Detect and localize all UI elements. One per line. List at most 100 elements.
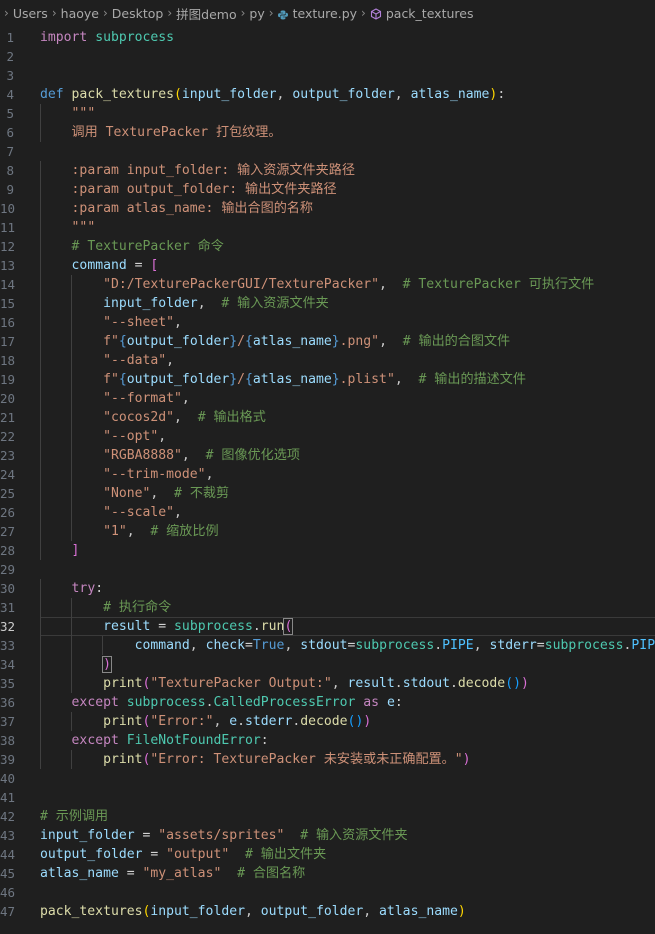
code-line[interactable]: 34 ) — [0, 655, 655, 674]
code-line[interactable]: 40 — [0, 769, 655, 788]
code-line[interactable]: 25 "None", # 不裁剪 — [0, 484, 655, 503]
code-line[interactable]: 9 :param output_folder: 输出文件夹路径 — [0, 180, 655, 199]
code-line[interactable]: 1 import subprocess — [0, 28, 655, 47]
code-line[interactable]: 29 — [0, 560, 655, 579]
code-line[interactable]: 28 ] — [0, 541, 655, 560]
line-number: 32 — [0, 619, 16, 634]
code-line-content: "cocos2d", # 输出格式 — [40, 408, 266, 427]
breadcrumb-item-file[interactable]: texture.py — [293, 6, 357, 21]
breadcrumb-item-user[interactable]: haoye — [61, 6, 99, 21]
code-line[interactable]: 30 try: — [0, 579, 655, 598]
code-line-content: print ("TexturePacker Output:", result.st… — [40, 674, 529, 693]
code-line[interactable]: 13 command = [ — [0, 256, 655, 275]
code-line-content: """ — [40, 218, 96, 237]
code-editor[interactable]: › Users › haoye › Desktop › 拼图demo › py … — [0, 0, 655, 934]
code-line[interactable]: 5 """ — [0, 104, 655, 123]
code-line[interactable]: 3 — [0, 66, 655, 85]
code-line[interactable]: 24 "--trim-mode", — [0, 465, 655, 484]
breadcrumb-item-folder[interactable]: py — [249, 6, 264, 21]
code-token: FileNotFoundError — [126, 733, 261, 748]
code-line[interactable]: 2 — [0, 47, 655, 66]
code-line[interactable]: 38 except FileNotFoundError: — [0, 731, 655, 750]
code-token: , — [189, 638, 206, 653]
code-line[interactable]: 12 # TexturePacker 命令 — [0, 237, 655, 256]
code-line[interactable]: 4 def pack_textures(input_folder, output_… — [0, 85, 655, 104]
line-number: 8 — [6, 163, 14, 178]
code-token: } — [331, 372, 340, 387]
code-token: pack_textures — [71, 87, 175, 102]
code-token: as — [363, 695, 380, 710]
line-number: 11 — [0, 220, 16, 235]
breadcrumb-item-project[interactable]: 拼图demo — [176, 4, 236, 23]
code-line[interactable]: 37 print("Error:", e.stderr.decode()) — [0, 712, 655, 731]
code-token: e — [386, 695, 395, 710]
code-token: "1" — [103, 524, 127, 539]
code-line[interactable]: 20 "--format", — [0, 389, 655, 408]
code-token: "--sheet" — [103, 315, 175, 330]
code-line[interactable]: 6 调用 TexturePacker 打包纹理。 — [0, 123, 655, 142]
code-line[interactable]: 47 pack_textures(input_folder, output_fol… — [0, 902, 655, 921]
line-number: 47 — [0, 904, 16, 919]
code-token: decode — [457, 676, 506, 691]
code-line[interactable]: 27 "1", # 缩放比例 — [0, 522, 655, 541]
code-token: : — [95, 581, 104, 596]
breadcrumb-item-users[interactable]: Users — [13, 6, 48, 21]
code-token: def — [40, 87, 64, 102]
code-line[interactable]: 44 output_folder = "output" # 输出文件夹 — [0, 845, 655, 864]
code-area[interactable]: 1 import subprocess 2 3 4 def pack_textures(i… — [0, 28, 655, 921]
chevron-right-icon: › — [240, 6, 246, 20]
code-token: command — [71, 258, 127, 273]
code-line[interactable]: 41 — [0, 788, 655, 807]
code-line[interactable]: 23 "RGBA8888", # 图像优化选项 — [0, 446, 655, 465]
code-line[interactable]: 45 atlas_name = "my_atlas" # 合图名称 — [0, 864, 655, 883]
code-token: "TexturePacker Output:" — [150, 676, 332, 691]
code-token: output_folder — [292, 87, 395, 102]
code-line[interactable]: 35 print ("TexturePacker Output:", result… — [0, 674, 655, 693]
code-line[interactable]: 36 except subprocess.CalledProcessError … — [0, 693, 655, 712]
code-line[interactable]: 21 "cocos2d", # 输出格式 — [0, 408, 655, 427]
code-line[interactable]: 15 input_folder, # 输入资源文件夹 — [0, 294, 655, 313]
method-symbol-icon — [370, 8, 382, 20]
line-number: 30 — [0, 581, 16, 596]
code-line-content: result = subprocess.run( — [40, 617, 294, 636]
code-line[interactable]: 22 "--opt", — [0, 427, 655, 446]
code-line[interactable]: 43 input_folder = "assets/sprites" # 输入资源… — [0, 826, 655, 845]
code-line[interactable]: 46 — [0, 883, 655, 902]
code-line[interactable]: 42 # 示例调用 — [0, 807, 655, 826]
code-line[interactable]: 16 "--sheet", — [0, 313, 655, 332]
code-line[interactable]: 39 print("Error: TexturePacker 未安装或未正确配置… — [0, 750, 655, 769]
line-number: 10 — [0, 201, 16, 216]
line-number: 26 — [0, 505, 16, 520]
code-line[interactable]: 17 f"{output_folder}/{atlas_name}.png", … — [0, 332, 655, 351]
line-number: 31 — [0, 600, 16, 615]
code-line[interactable]: 14 "D:/TexturePackerGUI/TexturePacker", … — [0, 275, 655, 294]
line-number: 14 — [0, 277, 16, 292]
code-line[interactable]: 11 """ — [0, 218, 655, 237]
code-line[interactable]: 32 result = subprocess.run( — [0, 617, 655, 636]
code-token: = — [536, 638, 545, 653]
breadcrumb-item-desktop[interactable]: Desktop — [112, 6, 164, 21]
code-line[interactable]: 26 "--scale", — [0, 503, 655, 522]
code-token: subprocess — [126, 695, 206, 710]
code-line[interactable]: 18 "--data", — [0, 351, 655, 370]
breadcrumb-item-symbol[interactable]: pack_textures — [386, 6, 474, 21]
code-token: subprocess — [174, 619, 253, 634]
code-line[interactable]: 10 :param atlas_name: 输出合图的名称 — [0, 199, 655, 218]
code-line[interactable]: 7 — [0, 142, 655, 161]
code-line[interactable]: 33 command, check=True, stdout=subproces… — [0, 636, 655, 655]
code-token: e — [229, 714, 238, 729]
code-line-content: f"{output_folder}/{atlas_name}.png", # 输… — [40, 332, 510, 351]
line-number: 25 — [0, 486, 16, 501]
code-token: , — [379, 277, 403, 292]
code-line[interactable]: 8 :param input_folder: 输入资源文件夹路径 — [0, 161, 655, 180]
code-token: , — [197, 296, 222, 311]
code-line[interactable]: 31 # 执行命令 — [0, 598, 655, 617]
code-line[interactable]: 19 f"{output_folder}/{atlas_name}.plist"… — [0, 370, 655, 389]
code-token: "Error:" — [150, 714, 214, 729]
